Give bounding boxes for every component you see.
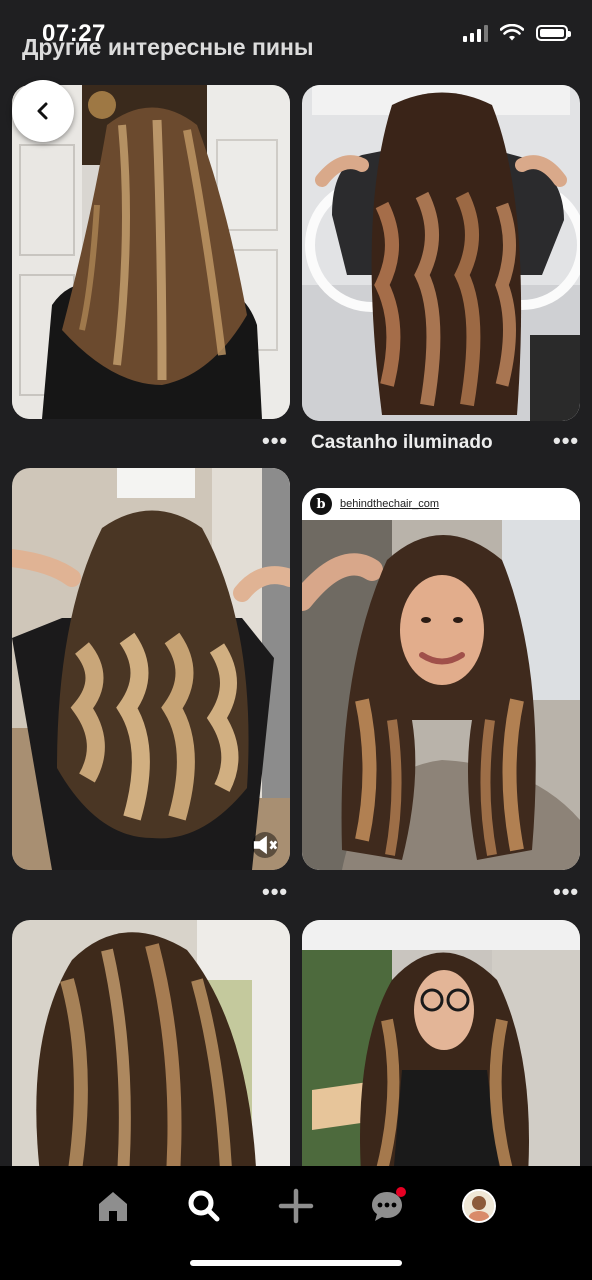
pin-image[interactable]: b behindthechair_com [302, 488, 580, 870]
mute-icon[interactable] [252, 832, 278, 858]
back-button[interactable] [12, 80, 74, 142]
search-icon [188, 1190, 220, 1222]
pin-image[interactable] [302, 85, 580, 421]
more-options-button[interactable]: ••• [262, 879, 288, 905]
nav-search[interactable] [180, 1182, 228, 1230]
home-indicator [190, 1260, 402, 1266]
section-title: Другие интересные пины [22, 34, 314, 60]
chevron-left-icon [37, 102, 48, 120]
nav-messages[interactable] [363, 1182, 411, 1230]
plus-icon [278, 1188, 314, 1224]
signal-icon [463, 24, 488, 42]
pin-title[interactable]: Castanho iluminado [311, 432, 493, 454]
source-bar[interactable]: b behindthechair_com [302, 488, 580, 520]
source-logo: b [310, 493, 332, 515]
nav-create[interactable] [272, 1182, 320, 1230]
nav-home[interactable] [89, 1182, 137, 1230]
wifi-icon [500, 24, 524, 41]
pin-image[interactable] [12, 920, 290, 1190]
status-icons [463, 24, 571, 42]
more-options-button[interactable]: ••• [553, 428, 579, 454]
home-icon [99, 1192, 127, 1221]
pin-image[interactable] [12, 468, 290, 870]
more-options-button[interactable]: ••• [553, 879, 579, 905]
nav-profile[interactable] [455, 1182, 503, 1230]
pin-image[interactable] [302, 920, 580, 1190]
profile-avatar [462, 1189, 496, 1223]
battery-icon [536, 25, 571, 41]
source-link[interactable]: behindthechair_com [340, 498, 439, 510]
more-options-button[interactable]: ••• [262, 428, 288, 454]
notification-dot [396, 1187, 406, 1197]
